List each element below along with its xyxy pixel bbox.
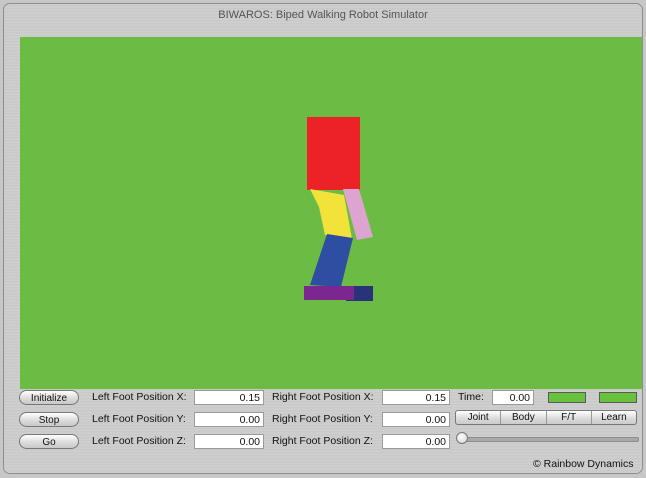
- right-foot-z-field[interactable]: 0.00: [382, 434, 450, 449]
- time-label: Time:: [458, 391, 484, 403]
- time-field[interactable]: 0.00: [492, 390, 534, 405]
- credit-text: © Rainbow Dynamics: [533, 458, 634, 470]
- go-button[interactable]: Go: [19, 434, 79, 449]
- robot-left-foot: [304, 286, 354, 300]
- view-tabs: Joint Body F/T Learn: [455, 410, 637, 425]
- robot-torso: [307, 117, 360, 190]
- tab-learn[interactable]: Learn: [592, 411, 636, 424]
- tab-ft[interactable]: F/T: [547, 411, 592, 424]
- robot-shin: [310, 234, 353, 287]
- tab-joint[interactable]: Joint: [456, 411, 502, 424]
- window-title: BIWAROS: Biped Walking Robot Simulator: [218, 9, 428, 21]
- stop-button[interactable]: Stop: [19, 412, 79, 427]
- time-slider-knob[interactable]: [456, 432, 468, 444]
- left-foot-z-field[interactable]: 0.00: [194, 434, 264, 449]
- simulation-viewport[interactable]: [20, 37, 642, 389]
- left-foot-y-label: Left Foot Position Y:: [92, 413, 186, 425]
- status-indicator-1: [548, 392, 586, 403]
- robot-scene: [304, 117, 373, 301]
- time-slider-track[interactable]: [462, 437, 639, 442]
- initialize-button[interactable]: Initialize: [19, 390, 79, 405]
- right-foot-x-label: Right Foot Position X:: [272, 391, 374, 403]
- right-foot-x-field[interactable]: 0.15: [382, 390, 450, 405]
- left-foot-y-field[interactable]: 0.00: [194, 412, 264, 427]
- right-foot-z-label: Right Foot Position Z:: [272, 435, 373, 447]
- left-foot-x-label: Left Foot Position X:: [92, 391, 187, 403]
- status-indicator-2: [599, 392, 637, 403]
- left-foot-z-label: Left Foot Position Z:: [92, 435, 186, 447]
- right-foot-y-field[interactable]: 0.00: [382, 412, 450, 427]
- tab-body[interactable]: Body: [501, 411, 547, 424]
- right-foot-y-label: Right Foot Position Y:: [272, 413, 373, 425]
- left-foot-x-field[interactable]: 0.15: [194, 390, 264, 405]
